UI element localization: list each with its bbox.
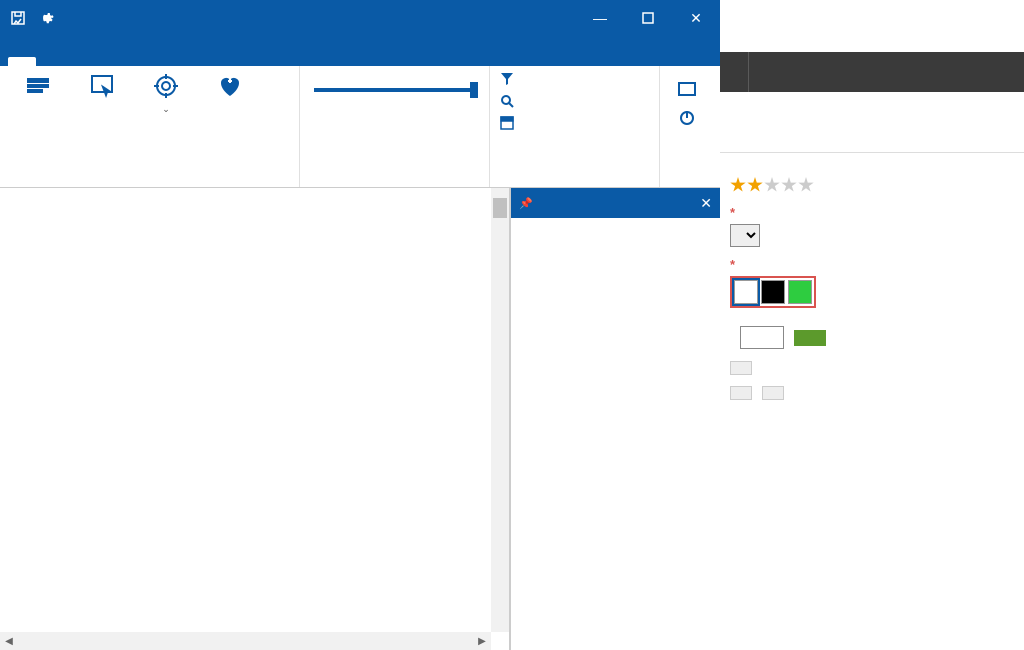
preview-pane-toggle[interactable] (500, 116, 522, 132)
search-icon (500, 94, 516, 110)
properties-panel: 📌 ✕ (510, 188, 720, 650)
minimize-button[interactable]: — (576, 0, 624, 36)
star-icon (747, 177, 763, 193)
settings-icon[interactable] (36, 8, 56, 28)
browser-panel: * * (720, 0, 1024, 650)
horizontal-scrollbar[interactable]: ◀▶ (0, 632, 491, 650)
vertical-scrollbar[interactable] (491, 188, 509, 632)
pin-icon[interactable]: 📌 (519, 197, 533, 210)
chevron-down-icon: ⌄ (162, 104, 170, 115)
size-select[interactable] (730, 224, 760, 247)
filter-pane-toggle[interactable] (500, 72, 522, 88)
highlight-icon (24, 72, 52, 100)
funnel-icon (500, 72, 516, 88)
maximize-button[interactable] (624, 0, 672, 36)
nav-digital-downloads[interactable] (720, 52, 748, 92)
identify-by-button[interactable]: ⌄ (138, 72, 194, 115)
add-to-compare-button[interactable] (762, 386, 784, 400)
add-to-cart-button[interactable] (794, 330, 826, 346)
filtered-group-label (310, 181, 479, 185)
preview-icon (500, 116, 516, 132)
select-on-screen-button[interactable] (74, 72, 130, 102)
ribbon: ⌄ (0, 66, 720, 188)
size-label: * (730, 205, 1014, 220)
pane-toggle-a[interactable] (678, 82, 696, 96)
items-group-label (10, 181, 289, 185)
rating-stars (730, 177, 1014, 193)
close-icon[interactable]: ✕ (700, 195, 712, 212)
star-icon (798, 177, 814, 193)
heart-plus-icon (216, 72, 244, 100)
select-screen-icon (88, 72, 116, 100)
color-swatch-green[interactable] (788, 280, 812, 304)
color-swatch-black[interactable] (761, 280, 785, 304)
close-button[interactable]: ✕ (672, 0, 720, 36)
save-icon[interactable] (8, 8, 28, 28)
highlight-selection-button[interactable] (10, 72, 66, 102)
color-swatches (730, 276, 816, 308)
email-friend-button[interactable] (730, 386, 752, 400)
category-nav (720, 52, 1024, 92)
star-icon (730, 177, 746, 193)
filter-slider[interactable] (314, 88, 474, 92)
tree-panel: ◀▶ (0, 188, 510, 650)
color-swatch-white[interactable] (734, 280, 758, 304)
tab-home[interactable] (8, 57, 36, 66)
power-icon[interactable] (678, 108, 696, 129)
qty-input[interactable] (740, 326, 784, 349)
search-pane-toggle[interactable] (500, 94, 522, 110)
star-icon (764, 177, 780, 193)
color-label: * (730, 257, 1014, 272)
target-icon (152, 72, 180, 100)
titlebar: — ✕ (0, 0, 720, 36)
nav-jewelry[interactable] (748, 52, 777, 92)
sidepanes-group-label (500, 181, 649, 185)
star-icon (781, 177, 797, 193)
self-healing-button[interactable] (202, 72, 258, 102)
add-to-wishlist-button[interactable] (730, 361, 752, 375)
tabstrip (0, 36, 720, 66)
